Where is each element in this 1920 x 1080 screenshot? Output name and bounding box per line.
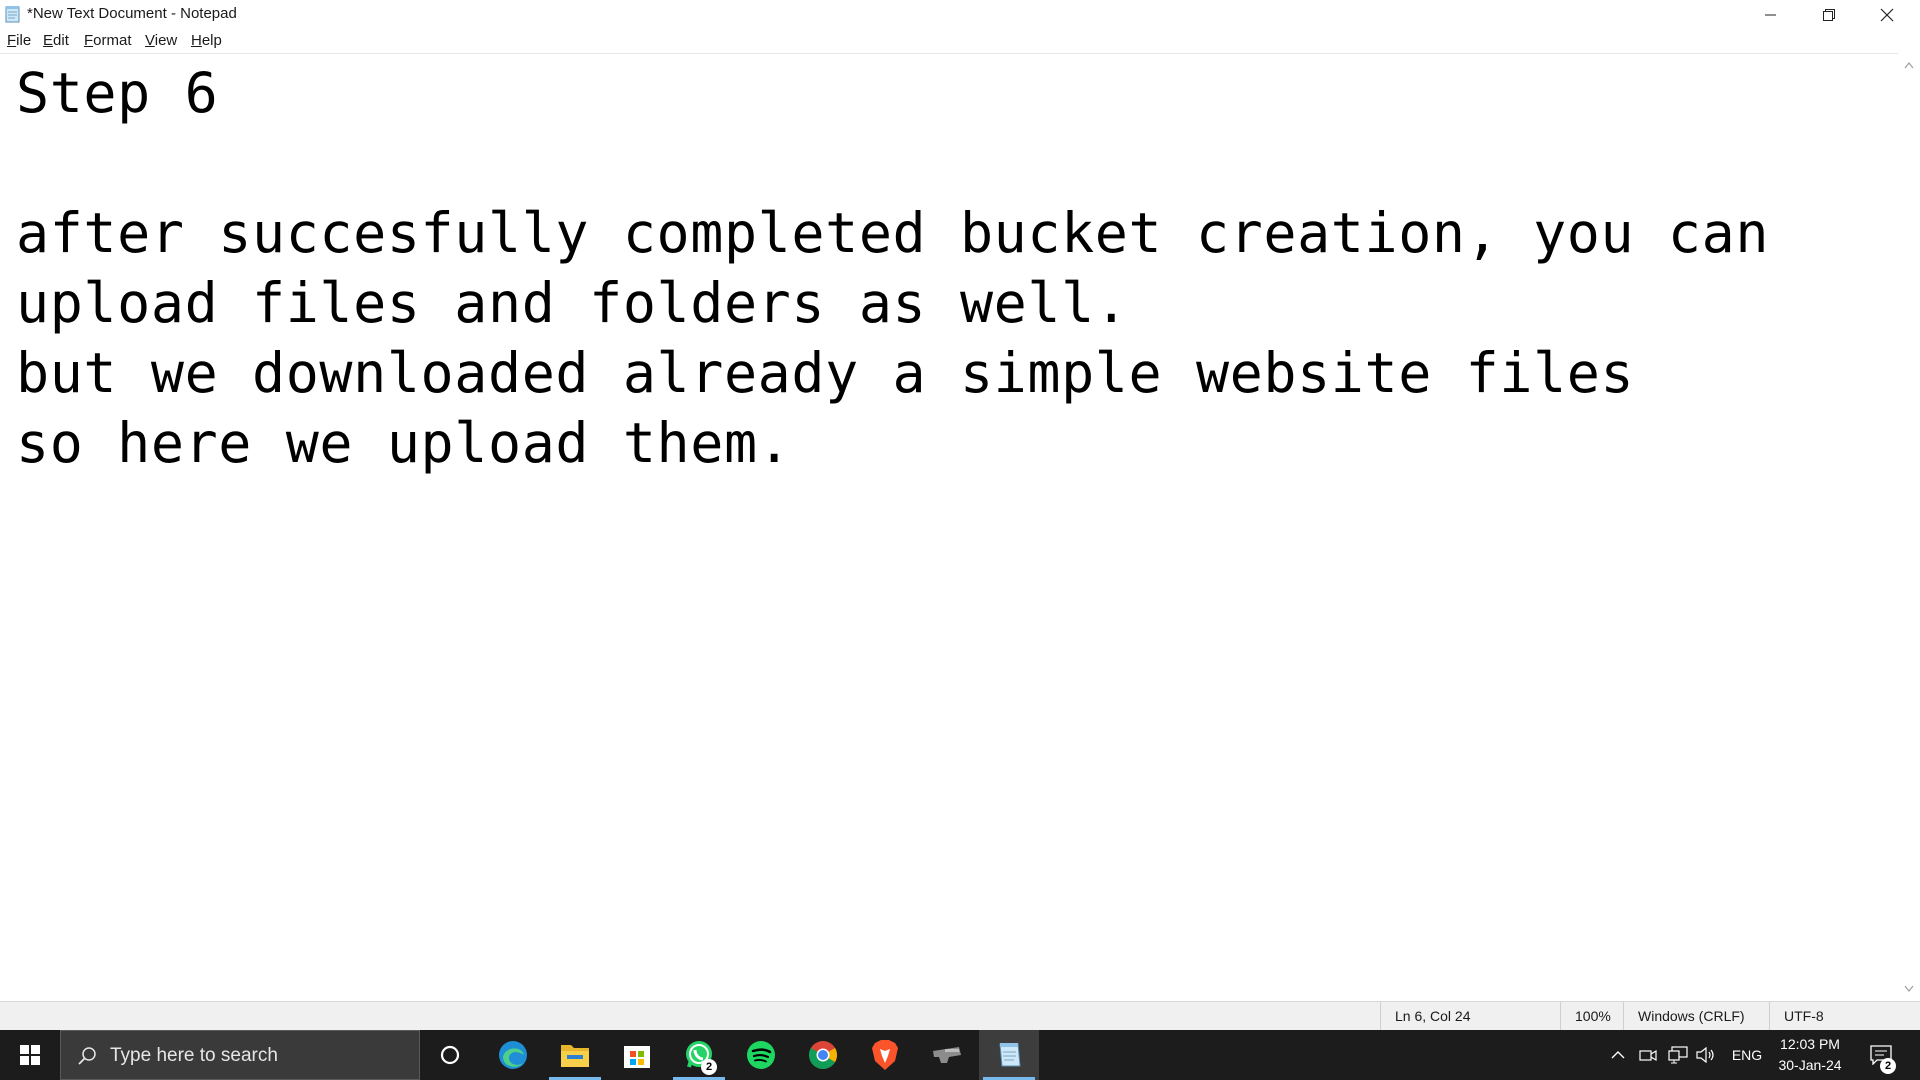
language-indicator[interactable]: ENG — [1726, 1030, 1768, 1080]
status-encoding: UTF-8 — [1769, 1002, 1898, 1031]
app-icon — [933, 1047, 961, 1063]
taskbar-edge[interactable] — [483, 1030, 543, 1080]
status-line-ending: Windows (CRLF) — [1623, 1002, 1769, 1031]
brave-icon — [872, 1040, 898, 1070]
minimize-button[interactable] — [1742, 0, 1800, 29]
taskbar-brave[interactable] — [855, 1030, 915, 1080]
status-bar: Ln 6, Col 24 100% Windows (CRLF) UTF-8 — [0, 1001, 1920, 1031]
clock-date: 30-Jan-24 — [1778, 1057, 1842, 1073]
chrome-icon — [809, 1041, 837, 1069]
menu-view[interactable]: View — [145, 32, 177, 50]
taskbar: Type here to search 2 ENG 12:03 PM 30-Ja… — [0, 1030, 1920, 1080]
menu-format[interactable]: Format — [84, 32, 132, 50]
title-bar[interactable]: *New Text Document - Notepad — [0, 0, 1920, 29]
start-button[interactable] — [0, 1030, 60, 1080]
status-position: Ln 6, Col 24 — [1380, 1002, 1560, 1031]
search-icon — [78, 1047, 96, 1065]
window-title: *New Text Document - Notepad — [27, 5, 237, 22]
taskbar-whatsapp[interactable]: 2 — [669, 1030, 729, 1080]
menu-file[interactable]: File — [7, 32, 31, 50]
volume-button[interactable] — [1694, 1030, 1718, 1080]
cortana-icon — [440, 1045, 460, 1065]
restore-button[interactable] — [1800, 0, 1858, 29]
editor-content[interactable]: Step 6 after succesfully completed bucke… — [16, 58, 1769, 478]
search-placeholder: Type here to search — [110, 1045, 278, 1066]
speaker-icon — [1696, 1047, 1714, 1063]
vertical-scrollbar[interactable] — [1898, 53, 1920, 1001]
show-hidden-icons-button[interactable] — [1606, 1030, 1630, 1080]
network-button[interactable] — [1666, 1030, 1690, 1080]
windows-icon — [20, 1045, 40, 1065]
close-button[interactable] — [1858, 0, 1916, 29]
microsoft-store-icon — [624, 1046, 650, 1068]
status-zoom: 100% — [1560, 1002, 1623, 1031]
taskbar-app[interactable] — [917, 1030, 977, 1080]
close-icon — [1880, 8, 1894, 21]
scroll-up-icon[interactable] — [1904, 61, 1914, 69]
scroll-down-icon[interactable] — [1904, 985, 1914, 993]
taskbar-search[interactable]: Type here to search — [60, 1030, 420, 1080]
taskbar-spotify[interactable] — [731, 1030, 791, 1080]
notepad-icon — [999, 1043, 1021, 1067]
text-editor[interactable]: Step 6 after succesfully completed bucke… — [0, 53, 1898, 1002]
notification-badge: 2 — [1880, 1058, 1896, 1074]
notepad-icon — [4, 5, 22, 23]
edge-icon — [499, 1041, 527, 1069]
cortana-button[interactable] — [420, 1030, 480, 1080]
spotify-icon — [747, 1041, 775, 1069]
clock[interactable]: 12:03 PM 30-Jan-24 — [1768, 1034, 1852, 1076]
whatsapp-badge: 2 — [701, 1059, 717, 1075]
menu-help[interactable]: Help — [191, 32, 222, 50]
camera-icon — [1639, 1049, 1657, 1062]
chevron-up-icon — [1611, 1051, 1625, 1059]
taskbar-file-explorer[interactable] — [545, 1030, 605, 1080]
clock-time: 12:03 PM — [1780, 1036, 1840, 1052]
network-icon — [1668, 1046, 1688, 1064]
meet-now-button[interactable] — [1636, 1030, 1660, 1080]
language-label: ENG — [1731, 1047, 1763, 1063]
taskbar-chrome[interactable] — [793, 1030, 853, 1080]
menu-bar: File Edit Format View Help — [0, 29, 1920, 53]
restore-icon — [1823, 8, 1835, 21]
notifications-button[interactable]: 2 — [1862, 1030, 1900, 1080]
taskbar-notepad[interactable] — [979, 1030, 1039, 1080]
taskbar-store[interactable] — [607, 1030, 667, 1080]
menu-edit[interactable]: Edit — [43, 32, 69, 50]
file-explorer-icon — [561, 1045, 589, 1067]
minimize-icon — [1765, 14, 1776, 15]
